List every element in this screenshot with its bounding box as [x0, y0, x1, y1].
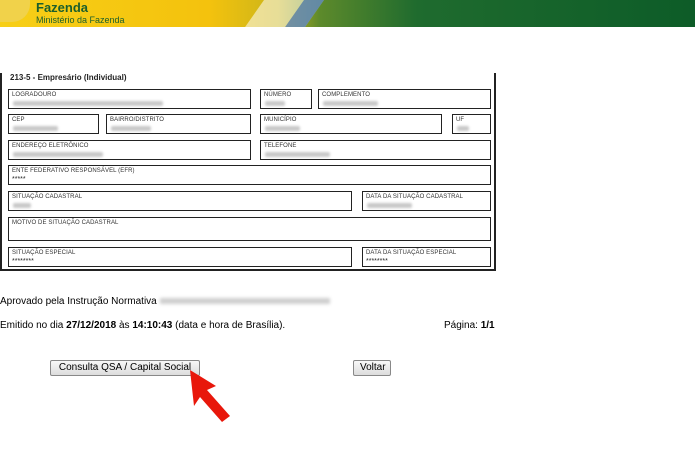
cnpj-form-card: 213-5 - Empresário (Individual) LOGRADOU…	[0, 73, 496, 271]
efr-label: ENTE FEDERATIVO RESPONSÁVEL (EFR)	[12, 168, 135, 174]
bairro-label: BAIRRO/DISTRITO	[110, 117, 165, 123]
fazenda-logo-icon	[0, 0, 30, 22]
issued-time: 14:10:43	[132, 320, 173, 331]
logradouro-label: LOGRADOURO	[12, 92, 57, 98]
data-situacao-field: DATA DA SITUAÇÃO CADASTRAL	[362, 191, 491, 211]
approval-text: Aprovado pela Instrução Normativa	[0, 296, 157, 307]
redacted-value	[265, 101, 285, 106]
situacao-especial-value: ********	[12, 258, 34, 265]
situacao-label: SITUAÇÃO CADASTRAL	[12, 194, 83, 200]
issued-line: Emitido no dia 27/12/2018 às 14:10:43 (d…	[0, 320, 285, 331]
complemento-field: COMPLEMENTO	[318, 89, 491, 109]
issued-date: 27/12/2018	[66, 320, 117, 331]
motivo-field: MOTIVO DE SITUAÇÃO CADASTRAL	[8, 217, 491, 241]
data-situacao-especial-label: DATA DA SITUAÇÃO ESPECIAL	[366, 250, 457, 256]
back-button[interactable]: Voltar	[353, 360, 391, 376]
red-arrow-icon	[190, 370, 230, 422]
email-field: ENDEREÇO ELETRÔNICO	[8, 140, 251, 160]
page-indicator: Página: 1/1	[444, 320, 495, 331]
logradouro-field: LOGRADOURO	[8, 89, 251, 109]
redacted-value	[13, 152, 103, 157]
issued-prefix: Emitido no dia	[0, 320, 67, 331]
data-situacao-especial-value: ********	[366, 258, 388, 265]
redacted-value	[111, 126, 151, 131]
brand-title: Fazenda	[36, 0, 89, 15]
qsa-capital-social-button[interactable]: Consulta QSA / Capital Social	[50, 360, 200, 376]
redacted-value	[265, 152, 330, 157]
motivo-label: MOTIVO DE SITUAÇÃO CADASTRAL	[12, 220, 119, 226]
efr-value: *****	[12, 176, 26, 183]
redacted-value	[13, 203, 31, 208]
cep-field: CEP	[8, 114, 99, 134]
situacao-especial-label: SITUAÇÃO ESPECIAL	[12, 250, 76, 256]
redacted-value	[367, 203, 412, 208]
municipio-label: MUNICÍPIO	[264, 117, 297, 123]
efr-field: ENTE FEDERATIVO RESPONSÁVEL (EFR) *****	[8, 165, 491, 185]
redacted-value	[457, 126, 469, 131]
cep-label: CEP	[12, 117, 25, 123]
page-value: 1/1	[480, 320, 495, 331]
data-situacao-especial-field: DATA DA SITUAÇÃO ESPECIAL ********	[362, 247, 491, 267]
complemento-label: COMPLEMENTO	[322, 92, 370, 98]
redacted-value	[265, 126, 300, 131]
email-label: ENDEREÇO ELETRÔNICO	[12, 143, 89, 149]
numero-field: NÚMERO	[260, 89, 312, 109]
bairro-field: BAIRRO/DISTRITO	[106, 114, 251, 134]
redacted-value	[323, 101, 378, 106]
uf-field: UF	[452, 114, 491, 134]
uf-label: UF	[456, 117, 465, 123]
telefone-field: TELEFONE	[260, 140, 491, 160]
redacted-normative	[160, 298, 330, 304]
header-banner: Fazenda Ministério da Fazenda	[0, 0, 695, 27]
legal-nature-heading: 213-5 - Empresário (Individual)	[10, 73, 127, 82]
redacted-value	[13, 101, 163, 106]
issued-mid: às	[116, 320, 133, 331]
situacao-especial-field: SITUAÇÃO ESPECIAL ********	[8, 247, 352, 267]
situacao-field: SITUAÇÃO CADASTRAL	[8, 191, 352, 211]
brand-subtitle: Ministério da Fazenda	[36, 15, 125, 25]
page-label: Página:	[444, 320, 481, 331]
data-situacao-label: DATA DA SITUAÇÃO CADASTRAL	[366, 194, 464, 200]
redacted-value	[13, 126, 58, 131]
issued-suffix: (data e hora de Brasília).	[172, 320, 286, 331]
telefone-label: TELEFONE	[264, 143, 297, 149]
municipio-field: MUNICÍPIO	[260, 114, 442, 134]
numero-label: NÚMERO	[264, 92, 292, 98]
